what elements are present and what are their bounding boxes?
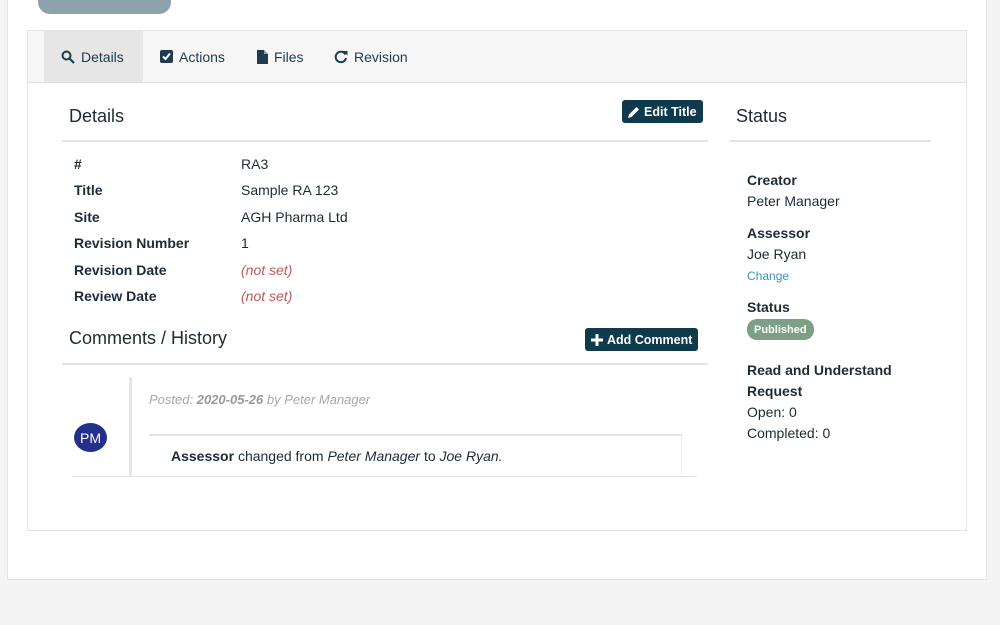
tab-files-label: Files: [274, 48, 304, 65]
rau-open: Open: 0: [747, 404, 797, 420]
creator-label: Creator: [747, 172, 797, 188]
field-value-not-set: (not set): [241, 288, 293, 304]
add-comment-button[interactable]: Add Comment: [585, 328, 699, 351]
edit-title-label: Edit Title: [644, 104, 697, 119]
change-entry-text: Assessor changed from Peter Manager to J…: [171, 448, 503, 464]
status-badge: Published: [747, 319, 814, 340]
field-label: Revision Number: [74, 235, 190, 251]
comment-divider: [72, 476, 697, 477]
status-label: Status: [747, 299, 790, 315]
checkbox-icon: [160, 50, 173, 63]
changed-field: Assessor: [171, 448, 235, 464]
rau-label-line2: Request: [747, 383, 803, 399]
posted-author: Peter Manager: [284, 392, 371, 407]
tab-revision[interactable]: Revision: [334, 31, 408, 82]
status-divider: [730, 140, 931, 142]
creator-value: Peter Manager: [747, 193, 840, 209]
rau-label-line1: Read and Understand: [747, 362, 892, 378]
assessor-value: Joe Ryan: [747, 246, 807, 262]
details-heading: Details: [69, 106, 125, 126]
top-button-partial[interactable]: [38, 0, 171, 14]
refresh-icon: [334, 50, 348, 63]
tab-details-label: Details: [81, 48, 124, 65]
field-label: Title: [74, 182, 103, 198]
plus-icon: [591, 333, 603, 346]
field-value: Sample RA 123: [241, 182, 339, 198]
change-assessor-link[interactable]: Change: [747, 269, 789, 283]
tab-actions-label: Actions: [179, 48, 225, 65]
rau-completed: Completed: 0: [747, 425, 831, 441]
field-value-not-set: (not set): [241, 262, 293, 278]
file-icon: [257, 49, 268, 64]
field-label: Site: [74, 209, 100, 225]
comments-heading: Comments / History: [69, 328, 228, 348]
tab-revision-label: Revision: [354, 48, 408, 65]
status-heading: Status: [736, 106, 788, 126]
tab-files[interactable]: Files: [257, 31, 304, 82]
posted-by: by: [266, 392, 281, 407]
to-value: Joe Ryan.: [439, 448, 503, 464]
comment-meta: Posted: 2020-05-26 by Peter Manager: [149, 392, 370, 407]
field-label: Revision Date: [74, 262, 167, 278]
from-value: Peter Manager: [327, 448, 421, 464]
comments-divider: [62, 363, 708, 365]
timeline-line: [129, 377, 132, 477]
changed-from-text: changed from: [237, 448, 324, 464]
field-value: 1: [241, 235, 249, 251]
tab-actions[interactable]: Actions: [160, 31, 225, 82]
posted-prefix: Posted:: [149, 392, 194, 407]
to-text: to: [423, 448, 436, 464]
tab-bar: Details Actions Files Revision: [28, 31, 966, 83]
details-divider: [62, 140, 708, 142]
field-value: AGH Pharma Ltd: [241, 209, 348, 225]
edit-title-button[interactable]: Edit Title: [622, 100, 703, 123]
tab-details[interactable]: Details: [44, 31, 143, 82]
search-icon: [61, 50, 75, 64]
field-label: Review Date: [74, 288, 157, 304]
assessor-label: Assessor: [747, 225, 811, 241]
pencil-icon: [628, 106, 639, 118]
posted-date: 2020-05-26: [196, 392, 264, 407]
field-label: #: [74, 156, 82, 172]
add-comment-label: Add Comment: [607, 332, 693, 347]
field-value: RA3: [241, 156, 269, 172]
avatar: PM: [74, 423, 107, 452]
